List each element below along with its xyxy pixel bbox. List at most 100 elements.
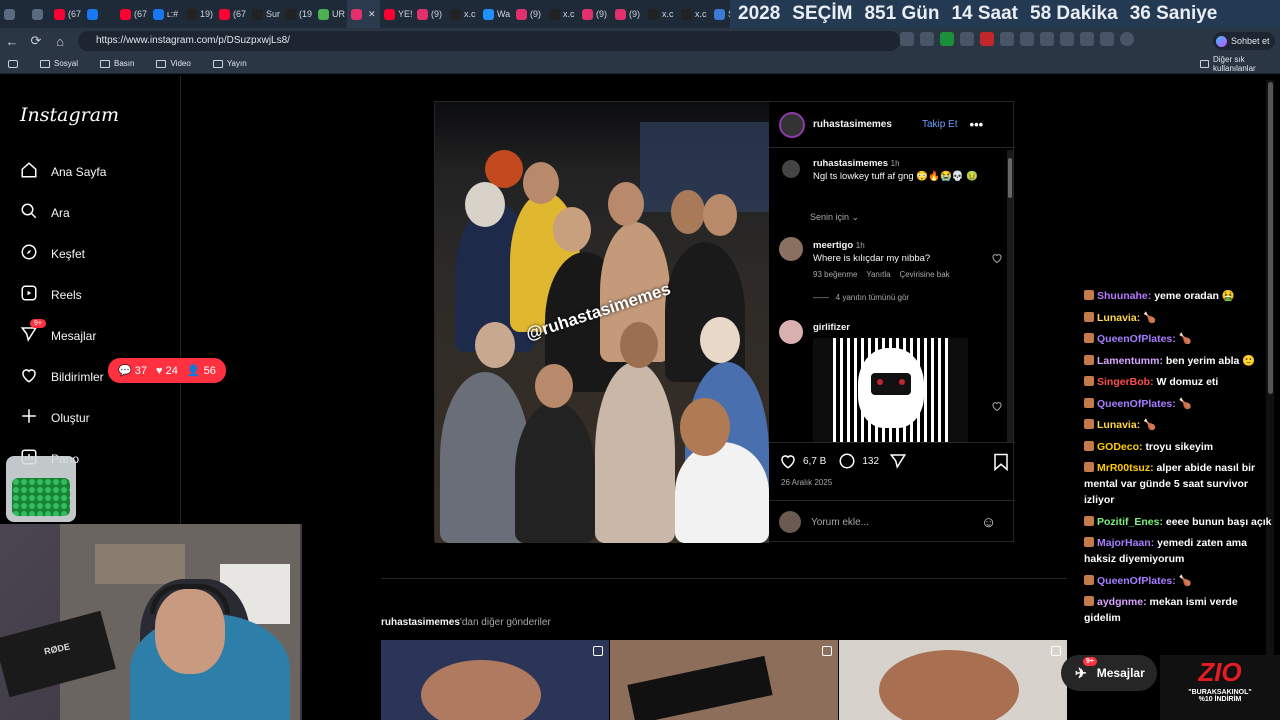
bookmark-folder[interactable]: Yayın: [212, 59, 247, 68]
extension-icon[interactable]: [960, 32, 974, 46]
save-icon[interactable]: [993, 453, 1009, 471]
share-icon[interactable]: [889, 452, 907, 470]
view-replies[interactable]: —— 4 yanıtın tümünü gör: [813, 293, 1033, 302]
comment-like-icon[interactable]: [991, 252, 1003, 264]
collections-icon[interactable]: [1060, 32, 1074, 46]
author-avatar[interactable]: [779, 111, 805, 138]
sidebar-toggle-icon[interactable]: [8, 59, 18, 68]
browser-tab[interactable]: Wa: [479, 0, 512, 28]
tab-label: (9): [530, 9, 541, 19]
tab-label: (9): [431, 9, 442, 19]
comment-image[interactable]: [813, 338, 968, 442]
translate-link[interactable]: Çevirisine bak: [899, 270, 949, 279]
tab-label: 19): [200, 9, 214, 19]
refresh-icon[interactable]: ⟳: [24, 33, 48, 49]
workspaces-icon[interactable]: [4, 8, 15, 20]
extension-icon[interactable]: [1000, 32, 1014, 46]
reply-link[interactable]: Yanıtla: [866, 270, 890, 279]
like-icon[interactable]: [779, 452, 797, 470]
more-posts-username[interactable]: ruhastasimemes: [381, 617, 460, 628]
browser-tab[interactable]: (67: [116, 0, 149, 28]
browser-tab[interactable]: x.c: [446, 0, 479, 28]
bookmark-folder[interactable]: Basın: [100, 59, 134, 68]
commenter-avatar[interactable]: [779, 237, 803, 261]
close-tab-icon[interactable]: ✕: [368, 9, 376, 20]
browser-tab[interactable]: (9): [512, 0, 545, 28]
downloads-icon[interactable]: [1080, 32, 1094, 46]
tab-favicon-icon: [450, 8, 461, 20]
comments-scrollbar[interactable]: [1007, 150, 1013, 442]
more-options-icon[interactable]: •••: [970, 117, 984, 132]
sidebar-item-ara[interactable]: Ara: [20, 202, 70, 223]
browser-tab[interactable]: [83, 0, 116, 28]
comment-count[interactable]: 132: [862, 456, 879, 467]
grid-post[interactable]: [839, 640, 1067, 720]
sidebar-item-bildirimler[interactable]: Bildirimler: [20, 366, 104, 387]
like-count[interactable]: 6,7 B: [803, 456, 826, 467]
comment-username[interactable]: meertigo: [813, 240, 853, 251]
browser-tab[interactable]: 19): [182, 0, 215, 28]
chat-text: yeme oradan 🤮: [1154, 290, 1235, 302]
grid-post[interactable]: [610, 640, 838, 720]
browser-tab[interactable]: YE!: [380, 0, 413, 28]
emoji-icon[interactable]: ☺: [981, 514, 996, 531]
tab-favicon-icon: [120, 8, 131, 20]
browser-tab[interactable]: UR: [314, 0, 347, 28]
sort-dropdown[interactable]: Senin için ⌄: [810, 212, 859, 223]
comment-icon[interactable]: [838, 452, 856, 470]
sidebar-item-reels[interactable]: Reels: [20, 284, 82, 305]
url-field[interactable]: https://www.instagram.com/p/DSuzpxwjLs8/: [78, 31, 900, 51]
browser-tab[interactable]: x.c: [677, 0, 710, 28]
browser-tab[interactable]: x.c: [545, 0, 578, 28]
grid-post[interactable]: [381, 640, 609, 720]
sidebar-item-mesajlar[interactable]: 9+ Mesajlar: [20, 319, 96, 346]
tab-label: (19: [299, 9, 313, 19]
extension-icon[interactable]: [920, 32, 934, 46]
browser-tab[interactable]: (9): [578, 0, 611, 28]
browser-tab[interactable]: x.c: [644, 0, 677, 28]
browser-tab[interactable]: Sur: [248, 0, 281, 28]
comment-like-icon[interactable]: [991, 400, 1003, 412]
comments-scroll-thumb[interactable]: [1008, 158, 1012, 198]
back-icon[interactable]: ←: [0, 34, 24, 49]
messages-floating-button[interactable]: ✈ 9+ Mesajlar: [1061, 655, 1157, 691]
copilot-button[interactable]: Sohbet et: [1213, 32, 1275, 50]
commenter-avatar[interactable]: [779, 320, 803, 344]
caption-username[interactable]: ruhastasimemes: [813, 158, 888, 169]
author-username[interactable]: ruhastasimemes: [813, 119, 892, 130]
split-screen-icon[interactable]: [1020, 32, 1034, 46]
more-icon[interactable]: [1100, 32, 1114, 46]
comment-input[interactable]: Yorum ekle...: [811, 517, 971, 528]
profile-avatar[interactable]: [1120, 32, 1134, 46]
extension-icon[interactable]: [980, 32, 994, 46]
browser-tab[interactable]: ✕: [347, 0, 380, 28]
comment-likes[interactable]: 93 beğenme: [813, 270, 857, 279]
follow-button[interactable]: Takip Et: [922, 119, 958, 130]
browser-tab[interactable]: (9): [413, 0, 446, 28]
tab-actions[interactable]: [0, 0, 28, 28]
post-image[interactable]: @ruhastasimemes: [435, 102, 769, 543]
tab-collections[interactable]: [28, 0, 50, 28]
countdown-minutes: 58 Dakika: [1030, 3, 1118, 24]
home-browser-icon[interactable]: ⌂: [48, 34, 72, 49]
sidebar-item-ana-sayfa[interactable]: Ana Sayfa: [20, 161, 106, 182]
extension-icon[interactable]: [900, 32, 914, 46]
sidebar-item-keşfet[interactable]: Keşfet: [20, 243, 85, 264]
extension-icon[interactable]: [940, 32, 954, 46]
favorites-icon[interactable]: [1040, 32, 1054, 46]
instagram-logo[interactable]: Instagram: [20, 104, 119, 126]
bookmark-folder[interactable]: Video: [156, 59, 191, 68]
comment-username[interactable]: girlifizer: [813, 322, 850, 333]
browser-tab[interactable]: (19: [281, 0, 314, 28]
other-bookmarks[interactable]: Diğer sık kullanılanlar: [1200, 55, 1280, 73]
browser-tab[interactable]: (67: [215, 0, 248, 28]
tabs-icon[interactable]: [32, 8, 43, 20]
caption-avatar[interactable]: [782, 160, 800, 178]
browser-tab[interactable]: ʟ:#: [149, 0, 182, 28]
url-text[interactable]: https://www.instagram.com/p/DSuzpxwjLs8/: [96, 35, 290, 46]
bookmark-folder[interactable]: Sosyal: [40, 59, 78, 68]
notification-summary-pill[interactable]: 💬 37 ♥ 24 👤 56: [108, 358, 226, 383]
sidebar-item-oluştur[interactable]: Oluştur: [20, 407, 90, 428]
browser-tab[interactable]: (9): [611, 0, 644, 28]
browser-tab[interactable]: (67: [50, 0, 83, 28]
